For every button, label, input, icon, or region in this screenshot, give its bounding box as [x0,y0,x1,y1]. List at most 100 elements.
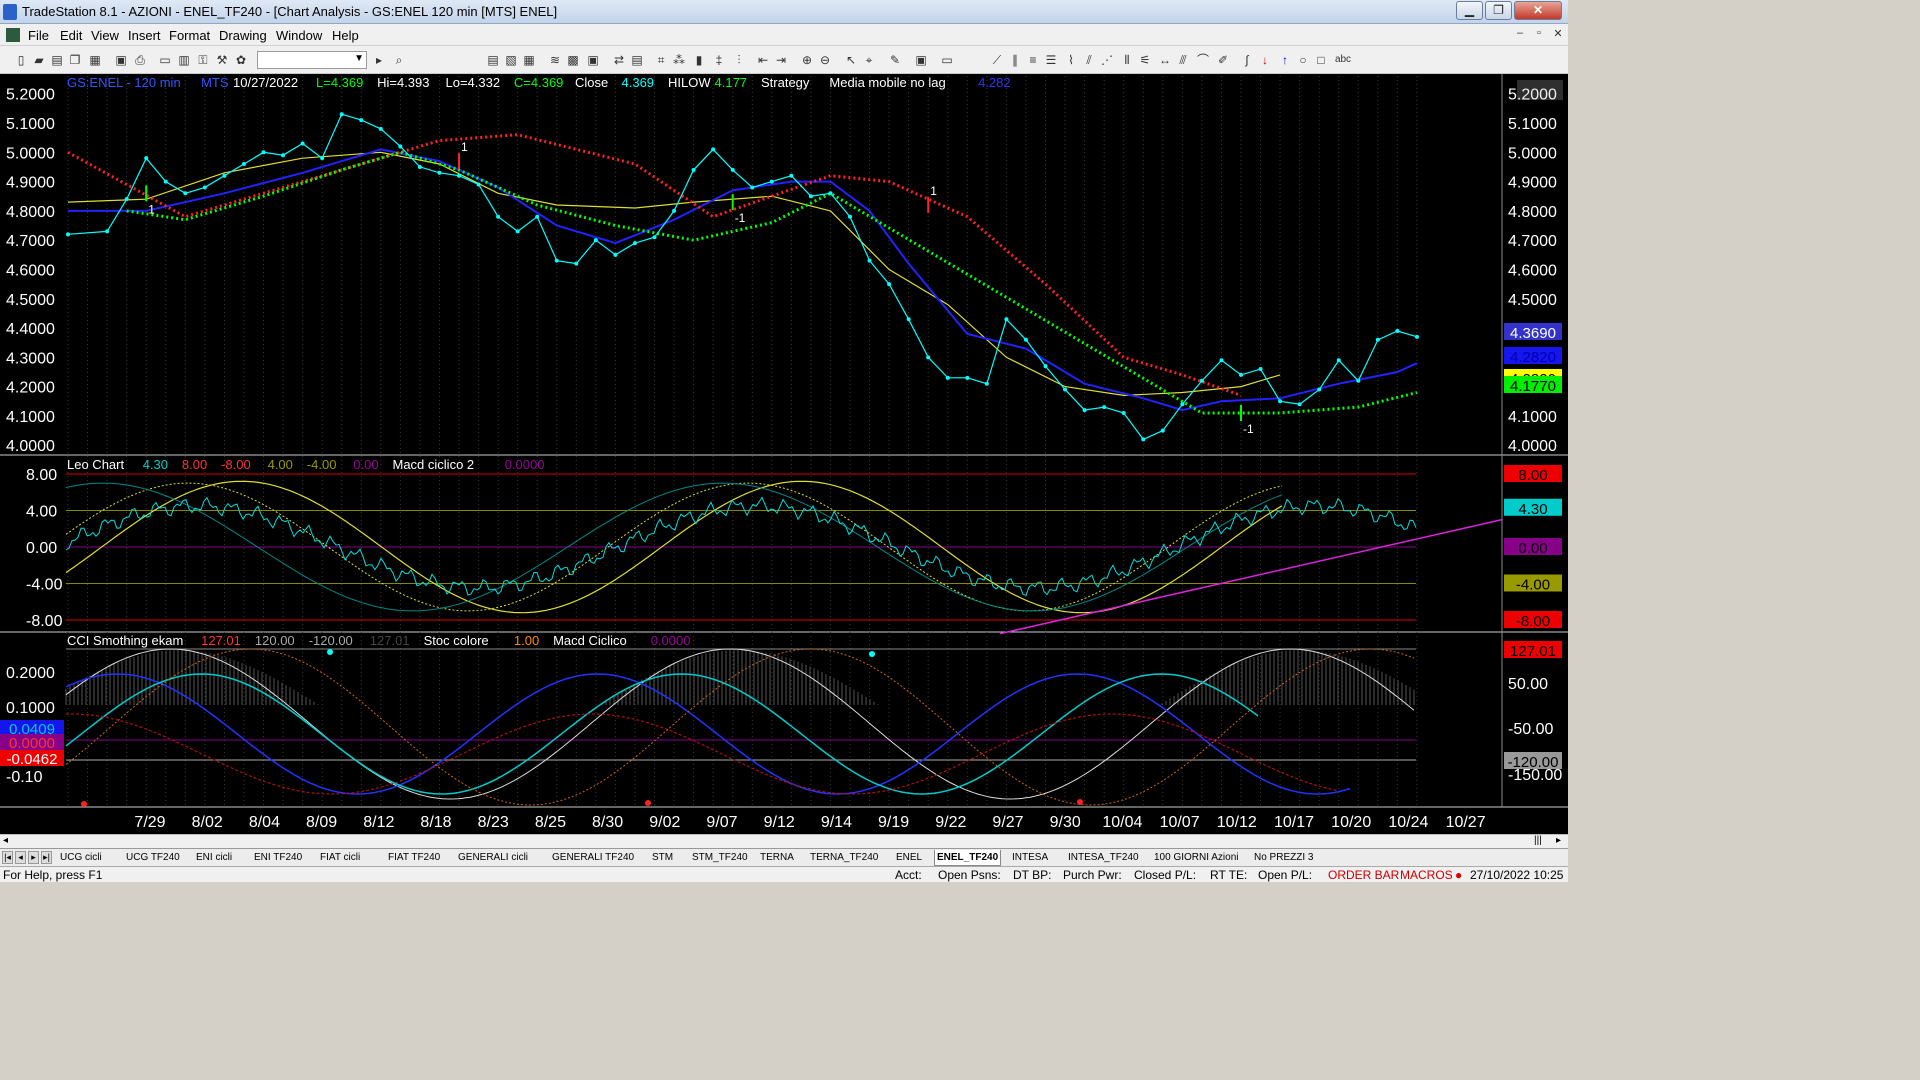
tab-fiat-cicli[interactable]: FIAT cicli [318,850,362,866]
scroll-left-icon[interactable]: ⇤ [756,53,770,67]
tab-ucg-tf240[interactable]: UCG TF240 [124,850,182,866]
zoom-in-icon[interactable]: ⊕ [800,53,814,67]
account-icon[interactable]: ▤ [630,53,644,67]
tradestation-app-icon[interactable] [3,4,17,20]
scroll-thumb-icon[interactable]: ||| [1534,835,1542,846]
chart-canvas[interactable]: 5.2000 5.20005.1000 5.10005.0000 5.00004.90… [0,74,1568,834]
fibonacci-icon[interactable]: ☰ [1044,53,1058,67]
menu-edit[interactable]: Edit [60,28,82,43]
tab-terna-tf240[interactable]: TERNA_TF240 [808,850,880,866]
tab-terna[interactable]: TERNA [758,850,796,866]
arrow-up-icon[interactable]: ↑ [1278,53,1292,67]
status-order-bar[interactable]: ORDER BAR [1328,868,1399,882]
menu-drawing[interactable]: Drawing [219,28,267,43]
mdi-minimize-button[interactable]: – [1512,27,1528,42]
orders-icon[interactable]: ⇄ [612,53,626,67]
lock-icon[interactable]: ⚿ [196,53,210,67]
tab-fiat-tf240[interactable]: FIAT TF240 [386,850,442,866]
menu-file[interactable]: File [28,28,49,43]
radar-icon[interactable]: ▧ [504,53,518,67]
save-icon[interactable]: ▤ [50,53,64,67]
tab-enel[interactable]: ENEL [894,850,924,866]
line-chart-icon[interactable]: ⫶ [732,53,746,67]
format-icon[interactable]: ✎ [888,53,902,67]
trendline-icon[interactable]: ⟋ [990,53,1004,67]
text-tool-icon[interactable]: abc [1334,53,1352,67]
channel-icon[interactable]: ⫽ [1082,53,1096,67]
menu-window[interactable]: Window [276,28,322,43]
window-icon[interactable]: ▭ [158,53,172,67]
menu-help[interactable]: Help [332,28,359,43]
arc-icon[interactable]: ⌒ [1196,53,1210,67]
alert-icon[interactable]: ▩ [566,53,580,67]
matrix-icon[interactable]: ▦ [522,53,536,67]
scroll-right-icon[interactable]: ⇥ [774,53,788,67]
analysis-icon[interactable]: ✿ [234,53,248,67]
tab-prev-icon[interactable]: ◂ [15,851,26,864]
scroll-left-arrow-icon[interactable]: ◂ [3,835,8,846]
scroll-right-arrow-icon[interactable]: ▸ [1556,835,1561,846]
chart-analysis-window[interactable]: 5.2000 5.2000 5.1000 5.1000 5.0000 5.0000 4.90… [0,74,1568,834]
status-macros[interactable]: MACROS [1400,868,1453,882]
pointer-icon[interactable]: ↖ [844,53,858,67]
horizontal-lines-icon[interactable]: ≡ [1026,53,1040,67]
volume-icon[interactable]: ⁂ [672,53,686,67]
tab-ucg-cicli[interactable]: UCG cicli [58,850,104,866]
ellipse-icon[interactable]: ○ [1296,53,1310,67]
indicator-icon[interactable]: ▭ [940,53,954,67]
chart-window-icon[interactable] [6,28,20,42]
tab-generali-cicli[interactable]: GENERALI cicli [456,850,530,866]
close-button[interactable]: ✕ [1514,1,1562,20]
andrews-icon[interactable]: ⚟ [1138,53,1152,67]
menu-format[interactable]: Format [169,28,210,43]
tab-no-prezzi-3[interactable]: No PREZZI 3 [1252,850,1315,866]
tab-stm[interactable]: STM [650,850,675,866]
tab-enel-tf240[interactable]: ENEL_TF240 [934,850,1002,866]
tab-stm-tf240[interactable]: STM_TF240 [690,850,750,866]
tab-last-icon[interactable]: ▸| [41,851,52,864]
vertical-lines-icon[interactable]: ∥ [1008,53,1022,67]
gann-fan-icon[interactable]: ⋰ [1100,53,1114,67]
menu-insert[interactable]: Insert [128,28,161,43]
arrow-left-right-icon[interactable]: ↔ [1158,53,1172,67]
find-icon[interactable]: ⌕ [392,53,406,67]
print-preview-icon[interactable]: ▣ [114,53,128,67]
chevron-down-icon[interactable]: ▼ [354,53,364,64]
new-icon[interactable]: ▯ [14,53,28,67]
ohlc-icon[interactable]: ‡ [712,53,726,67]
tab-100-giorni-azioni[interactable]: 100 GIORNI Azioni [1152,850,1240,866]
bar-chart-icon[interactable]: ⌗ [654,53,668,67]
quote-icon[interactable]: ▤ [486,53,500,67]
workspace-icon[interactable]: ▦ [88,53,102,67]
horizontal-scrollbar[interactable]: ◂ ||| ▸ [0,834,1568,848]
mdi-close-button[interactable]: ✕ [1550,27,1566,42]
symbol-combo[interactable]: ▼ [257,51,367,69]
go-arrow-icon[interactable]: ▸ [372,53,386,67]
strategy-icon[interactable]: ▣ [914,53,928,67]
scanner-icon[interactable]: ≋ [548,53,562,67]
tools-icon[interactable]: ⚒ [215,53,229,67]
tab-next-icon[interactable]: ▸ [28,851,39,864]
tab-intesa-tf240[interactable]: INTESA_TF240 [1066,850,1141,866]
rectangle-icon[interactable]: □ [1314,53,1328,67]
data-tip-icon[interactable]: ⌖ [862,53,876,67]
open-icon[interactable]: ▰ [32,53,46,67]
mdi-restore-button[interactable]: ▫ [1531,27,1547,42]
menu-view[interactable]: View [91,28,119,43]
pencil-icon[interactable]: ✐ [1216,53,1230,67]
regression-icon[interactable]: ⌇ [1064,53,1078,67]
maximize-button[interactable]: ❐ [1485,1,1512,20]
layout-icon[interactable]: ▥ [177,53,191,67]
tab-eni-tf240[interactable]: ENI TF240 [252,850,304,866]
curve-icon[interactable]: ∫ [1240,53,1254,67]
tab-intesa[interactable]: INTESA [1010,850,1050,866]
tab-generali-tf240[interactable]: GENERALI TF240 [550,850,636,866]
tab-eni-cicli[interactable]: ENI cicli [194,850,234,866]
arrow-down-icon[interactable]: ↓ [1258,53,1272,67]
parallel-icon[interactable]: ⫻ [1176,53,1190,67]
chart-manager-icon[interactable]: ▣ [586,53,600,67]
print-icon[interactable]: ⎙ [133,53,147,67]
candlestick-icon[interactable]: ▮ [692,53,706,67]
zoom-out-icon[interactable]: ⊖ [818,53,832,67]
tab-first-icon[interactable]: |◂ [2,851,13,864]
